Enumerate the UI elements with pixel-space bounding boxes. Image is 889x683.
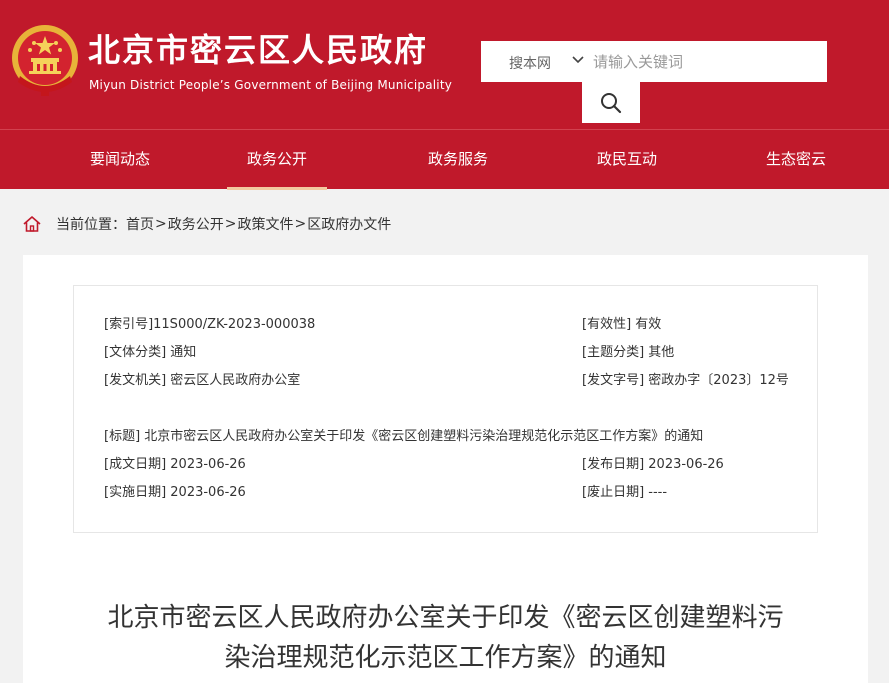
search-icon [601, 92, 622, 113]
breadcrumb: 当前位置： 首页 > 政务公开 > 政策文件 > 区政府办文件 [22, 212, 391, 236]
site-header: 北京市密云区人民政府 Miyun District People’s Gover… [0, 0, 889, 129]
home-icon [23, 216, 41, 232]
main-nav: 要闻动态 政务公开 政务服务 政民互动 生态密云 [0, 129, 889, 190]
breadcrumb-home[interactable]: 首页 [126, 214, 154, 234]
nav-item-interaction[interactable]: 政民互动 [577, 130, 677, 190]
search-scope-select[interactable]: 搜本网 [509, 53, 551, 73]
breadcrumb-policy-docs[interactable]: 政策文件 [237, 214, 293, 234]
meta-index-no: [索引号]11S000/ZK-2023-000038 [104, 317, 316, 332]
breadcrumb-gov-affairs[interactable]: 政务公开 [168, 214, 224, 234]
search-input[interactable] [593, 41, 823, 82]
breadcrumb-district-office-docs[interactable]: 区政府办文件 [307, 214, 391, 234]
nav-item-gov-affairs[interactable]: 政务公开 [227, 130, 327, 190]
national-emblem-icon[interactable] [10, 22, 80, 98]
chevron-down-icon[interactable] [571, 53, 585, 67]
breadcrumb-separator: > [155, 216, 167, 232]
meta-doc-category: [文体分类] 通知 [104, 345, 197, 360]
document-meta-box: [索引号]11S000/ZK-2023-000038 [有效性] 有效 [文体分… [73, 285, 818, 533]
site-subtitle: Miyun District People’s Government of Be… [89, 78, 453, 92]
article-container: [索引号]11S000/ZK-2023-000038 [有效性] 有效 [文体分… [23, 255, 868, 683]
search-button[interactable] [582, 82, 640, 123]
article-title-line-2: 染治理规范化示范区工作方案》的通知 [224, 643, 667, 673]
meta-published-date: [发布日期] 2023-06-26 [582, 457, 724, 472]
article-title-line-1: 北京市密云区人民政府办公室关于印发《密云区创建塑料污 [107, 603, 784, 633]
meta-topic-category: [主题分类] 其他 [582, 345, 675, 360]
article-title: 北京市密云区人民政府办公室关于印发《密云区创建塑料污 染治理规范化示范区工作方案… [63, 598, 828, 678]
breadcrumb-separator: > [294, 216, 307, 232]
meta-effective-date: [实施日期] 2023-06-26 [104, 485, 246, 500]
meta-expiry-date: [废止日期] ---- [582, 485, 668, 500]
meta-validity: [有效性] 有效 [582, 317, 662, 332]
site-title[interactable]: 北京市密云区人民政府 [88, 30, 428, 70]
meta-doc-number: [发文字号] 密政办字〔2023〕12号 [582, 373, 789, 388]
search-box: 搜本网 [481, 41, 827, 82]
meta-created-date: [成文日期] 2023-06-26 [104, 457, 246, 472]
breadcrumb-prefix: 当前位置： [56, 217, 126, 233]
nav-item-ecology[interactable]: 生态密云 [746, 130, 846, 190]
nav-item-services[interactable]: 政务服务 [408, 130, 508, 190]
meta-doc-title: [标题] 北京市密云区人民政府办公室关于印发《密云区创建塑料污染治理规范化示范区… [104, 429, 704, 444]
breadcrumb-separator: > [224, 216, 237, 232]
nav-item-news[interactable]: 要闻动态 [70, 130, 170, 190]
meta-issuer: [发文机关] 密云区人民政府办公室 [104, 373, 301, 388]
